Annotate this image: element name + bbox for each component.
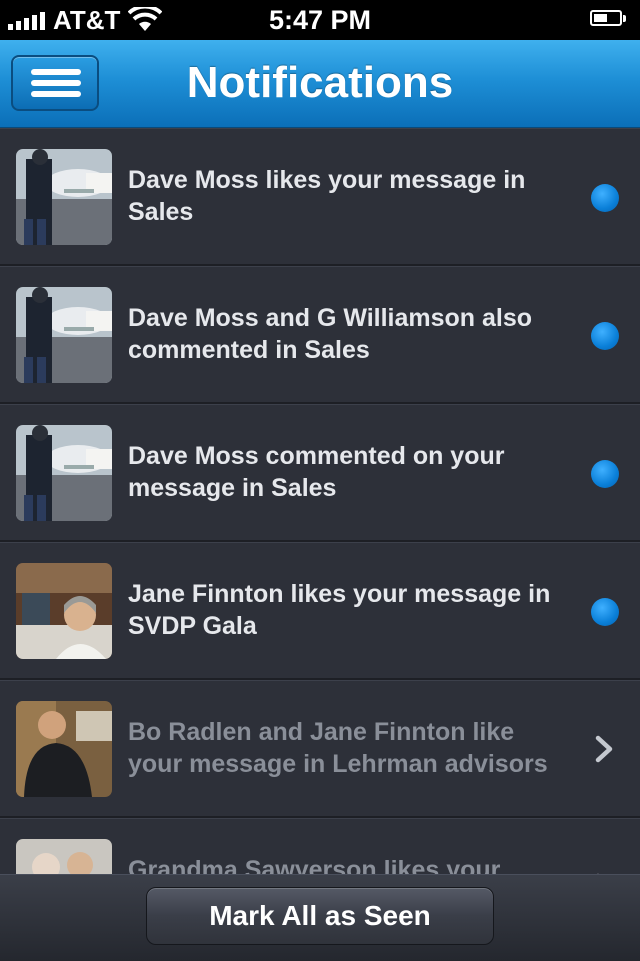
- page-title: Notifications: [186, 58, 454, 107]
- avatar: [16, 701, 112, 797]
- notification-text: Bo Radlen and Jane Finnton like your mes…: [128, 718, 548, 778]
- unread-indicator-icon: [591, 598, 619, 626]
- clock: 5:47 PM: [268, 5, 372, 35]
- battery-icon: [590, 10, 626, 26]
- status-bar: AT&T 5:47 PM: [0, 0, 640, 40]
- chevron-right-icon: [595, 735, 613, 763]
- avatar: [16, 287, 112, 383]
- avatar: [16, 563, 112, 659]
- unread-indicator-icon: [591, 460, 619, 488]
- notification-text: Jane Finnton likes your message in SVDP …: [128, 580, 551, 640]
- notification-row[interactable]: Bo Radlen and Jane Finnton like your mes…: [0, 680, 640, 818]
- unread-indicator-icon: [591, 322, 619, 350]
- avatar: [16, 425, 112, 521]
- notification-row[interactable]: Jane Finnton likes your message in SVDP …: [0, 542, 640, 680]
- notification-text: Dave Moss commented on your message in S…: [128, 442, 505, 502]
- notification-text: Dave Moss and G Williamson also commente…: [128, 304, 533, 364]
- notification-row[interactable]: Dave Moss and G Williamson also commente…: [0, 266, 640, 404]
- avatar: [16, 839, 112, 874]
- notification-row[interactable]: Grandma Sawyerson likes your: [0, 818, 640, 874]
- bottom-toolbar: Mark All as Seen: [0, 874, 640, 961]
- navigation-bar: Notifications: [0, 40, 640, 128]
- notification-text: Grandma Sawyerson likes your: [128, 856, 501, 874]
- avatar: [16, 149, 112, 245]
- unread-indicator-icon: [591, 184, 619, 212]
- mark-all-seen-button[interactable]: Mark All as Seen: [146, 887, 494, 945]
- notification-text: Dave Moss likes your message in Sales: [128, 166, 526, 226]
- notification-row[interactable]: Dave Moss commented on your message in S…: [0, 404, 640, 542]
- notification-list[interactable]: Dave Moss likes your message in Sales Da…: [0, 128, 640, 874]
- notification-row[interactable]: Dave Moss likes your message in Sales: [0, 128, 640, 266]
